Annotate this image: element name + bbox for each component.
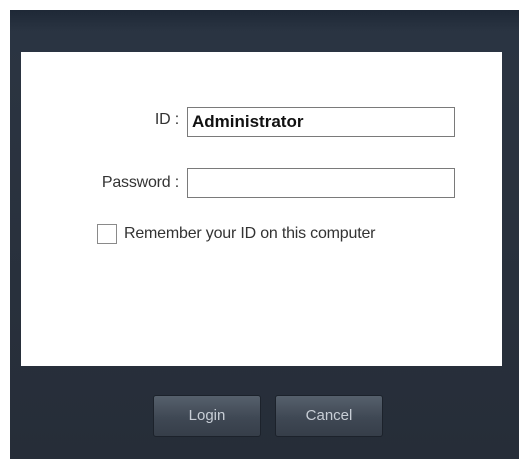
remember-id-checkbox[interactable] xyxy=(97,224,117,244)
login-form-panel: ID : Password : Remember your ID on this… xyxy=(21,52,502,366)
remember-id-label[interactable]: Remember your ID on this computer xyxy=(124,225,375,243)
id-input[interactable] xyxy=(187,107,455,137)
login-button[interactable]: Login xyxy=(153,395,261,437)
password-input[interactable] xyxy=(187,168,455,198)
id-label: ID : xyxy=(154,111,179,128)
password-label: Password : xyxy=(101,174,179,191)
cancel-button[interactable]: Cancel xyxy=(275,395,383,437)
